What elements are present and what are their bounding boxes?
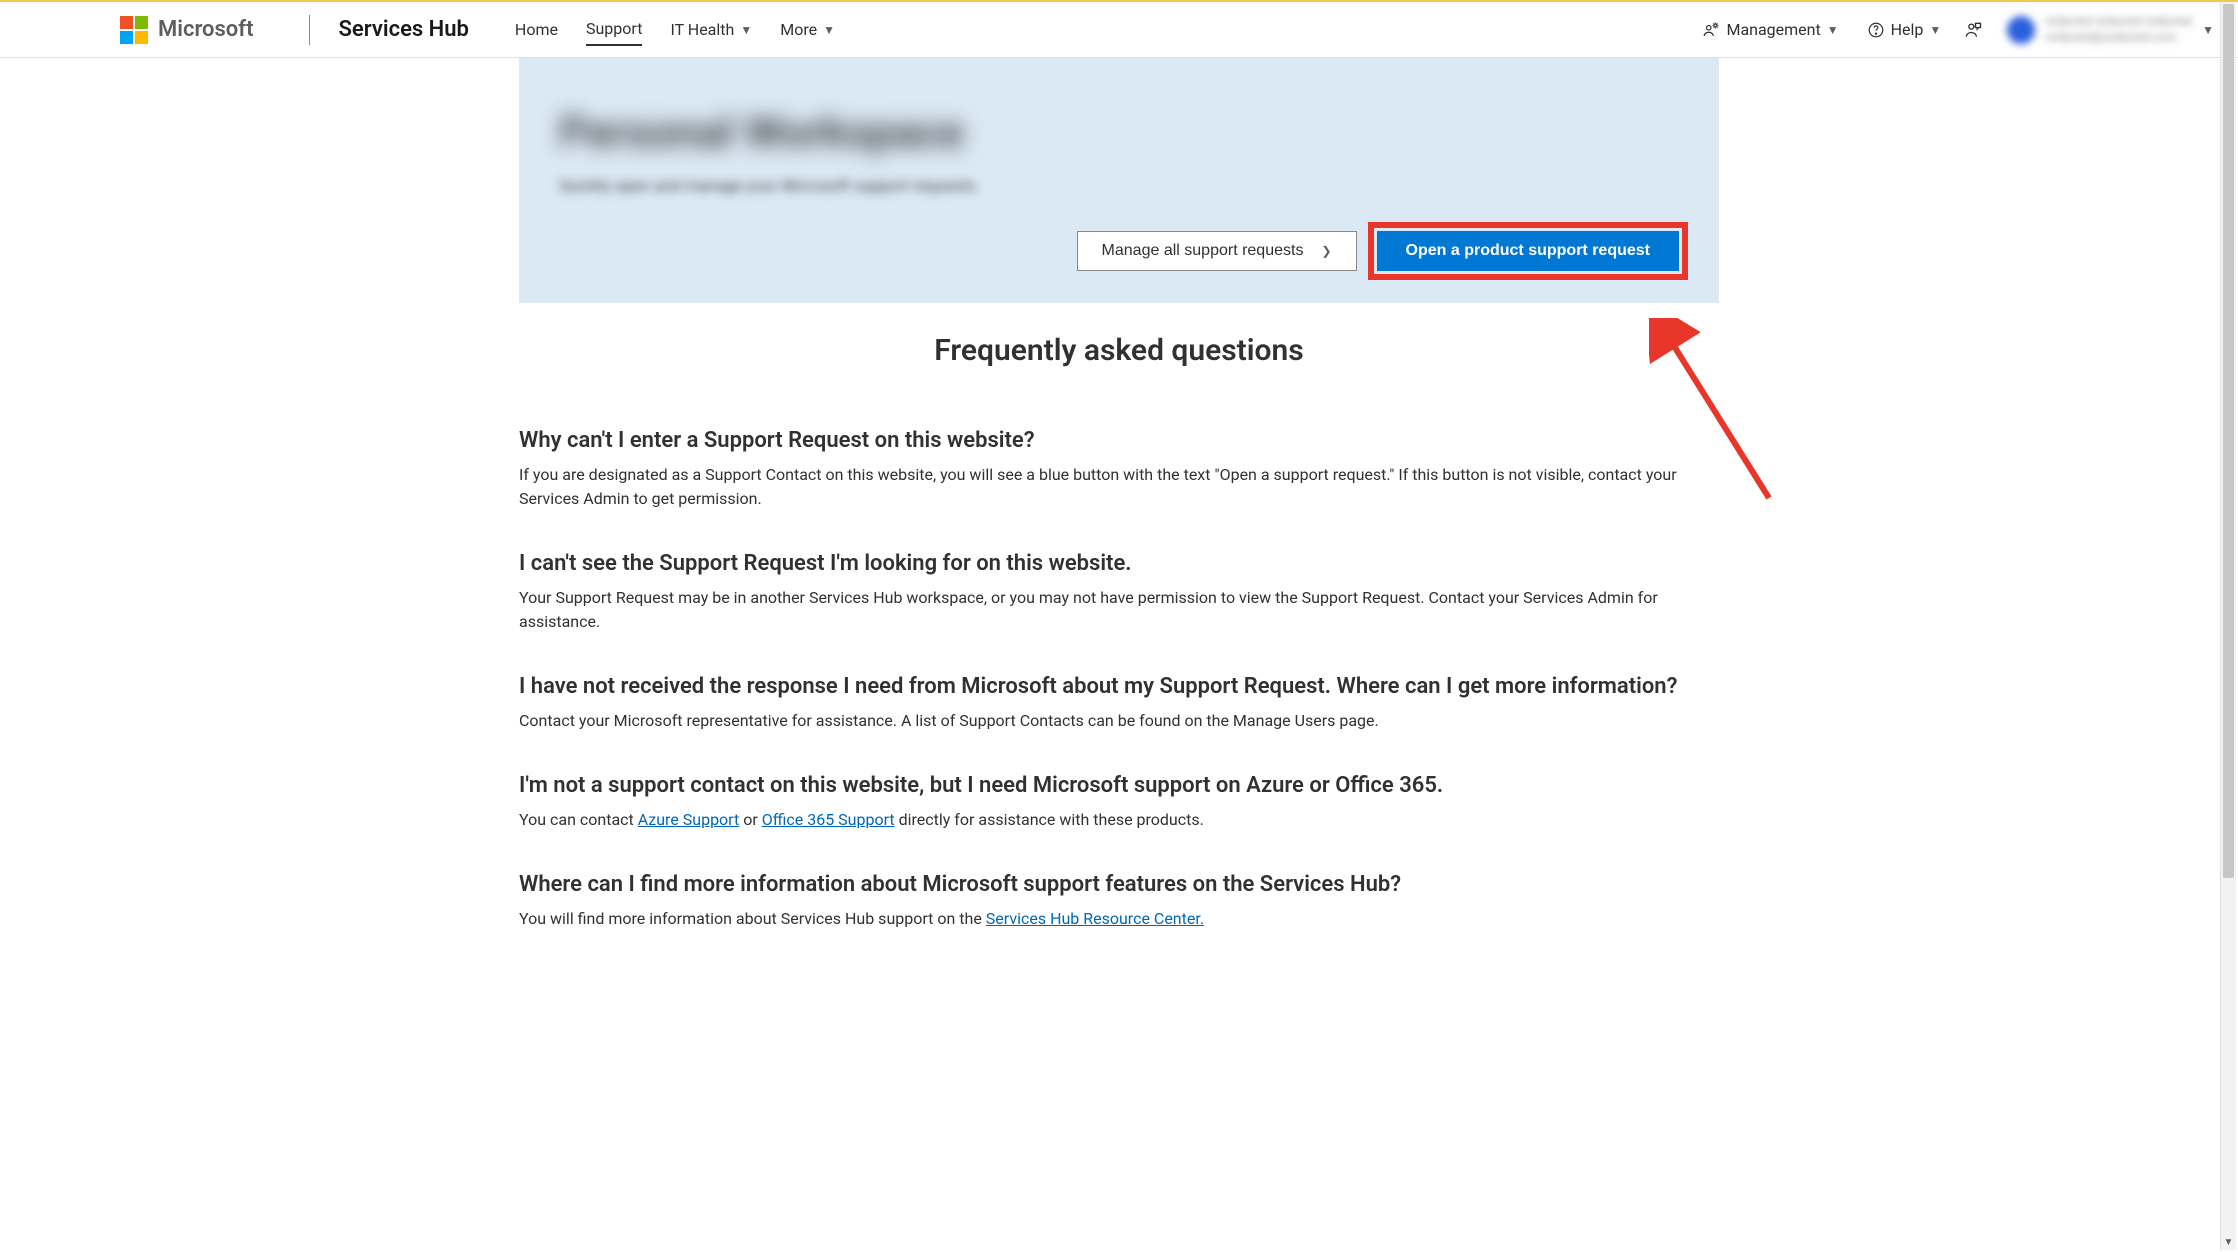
faq-answer: If you are designated as a Support Conta… [519, 463, 1719, 511]
faq-answer: Contact your Microsoft representative fo… [519, 709, 1719, 733]
chevron-down-icon: ▼ [740, 23, 752, 37]
help-circle-icon [1867, 21, 1885, 39]
chevron-down-icon: ▼ [1827, 23, 1839, 37]
faq-item: I have not received the response I need … [519, 674, 1719, 733]
nav-ithealth-label: IT Health [670, 20, 734, 39]
faq-item: I'm not a support contact on this websit… [519, 773, 1719, 832]
office365-support-link[interactable]: Office 365 Support [762, 810, 895, 829]
chevron-down-icon: ▼ [2202, 23, 2214, 37]
chevron-right-icon: ❯ [1321, 244, 1331, 258]
user-menu[interactable]: redacted redacted redacted redacted@reda… [2007, 14, 2214, 45]
hero-subtitle: Quickly open and manage your Microsoft s… [559, 176, 1679, 195]
chevron-down-icon: ▼ [823, 23, 835, 37]
open-support-request-label: Open a product support request [1406, 242, 1650, 259]
nav-divider [309, 15, 310, 45]
faq-answer-text: directly for assistance with these produ… [895, 810, 1204, 829]
faq-item: Why can't I enter a Support Request on t… [519, 428, 1719, 511]
faq-answer-text: You will find more information about Ser… [519, 909, 986, 928]
faq-answer: Your Support Request may be in another S… [519, 586, 1719, 634]
avatar [2007, 16, 2035, 44]
chevron-down-icon: ▼ [1929, 23, 1941, 37]
microsoft-logo-text: Microsoft [158, 17, 253, 42]
manage-requests-button[interactable]: Manage all support requests ❯ [1077, 231, 1357, 271]
open-support-request-button[interactable]: Open a product support request [1377, 231, 1679, 271]
manage-requests-label: Manage all support requests [1102, 242, 1304, 260]
hero-actions: Manage all support requests ❯ Open a pro… [559, 231, 1679, 271]
faq-item: I can't see the Support Request I'm look… [519, 551, 1719, 634]
nav-home[interactable]: Home [515, 14, 558, 45]
faq-question: I have not received the response I need … [519, 674, 1719, 699]
scrollbar-thumb[interactable] [2223, 4, 2234, 878]
faq-answer: You can contact Azure Support or Office … [519, 808, 1719, 832]
faq-answer-text: or [739, 810, 761, 829]
nav-feedback[interactable] [1963, 14, 1983, 46]
microsoft-logo-icon [120, 16, 148, 44]
hero-banner: Personal Workspace Quickly open and mana… [519, 58, 1719, 303]
nav-more-label: More [780, 20, 817, 39]
nav-management-label: Management [1726, 20, 1820, 39]
azure-support-link[interactable]: Azure Support [638, 810, 739, 829]
resource-center-link[interactable]: Services Hub Resource Center. [986, 909, 1204, 928]
user-email: redacted@redacted.com [2045, 30, 2192, 46]
nav-more[interactable]: More ▼ [780, 14, 835, 45]
nav-management[interactable]: Management ▼ [1702, 14, 1838, 45]
user-info: redacted redacted redacted redacted@reda… [2045, 14, 2192, 45]
feedback-person-icon [1963, 20, 1983, 40]
nav-ithealth[interactable]: IT Health ▼ [670, 14, 752, 45]
nav-support[interactable]: Support [586, 13, 642, 46]
faq-question: Why can't I enter a Support Request on t… [519, 428, 1719, 453]
faq-question: I'm not a support contact on this websit… [519, 773, 1719, 798]
microsoft-logo[interactable]: Microsoft [120, 16, 253, 44]
nav-help[interactable]: Help ▼ [1867, 14, 1942, 45]
faq-answer-text: You can contact [519, 810, 638, 829]
faq-question: I can't see the Support Request I'm look… [519, 551, 1719, 576]
user-name: redacted redacted redacted [2045, 14, 2192, 30]
nav-help-label: Help [1891, 20, 1924, 39]
faq-answer: You will find more information about Ser… [519, 907, 1719, 931]
top-nav: Microsoft Services Hub Home Support IT H… [0, 2, 2238, 58]
faq-heading: Frequently asked questions [519, 333, 1719, 368]
gear-people-icon [1702, 21, 1720, 39]
hero-title: Personal Workspace [559, 106, 1679, 158]
scroll-down-icon[interactable]: ▼ [2221, 1237, 2236, 1248]
page-content: Personal Workspace Quickly open and mana… [519, 58, 1719, 931]
faq-question: Where can I find more information about … [519, 872, 1719, 897]
vertical-scrollbar[interactable]: ▼ [2220, 2, 2236, 1250]
product-title[interactable]: Services Hub [338, 17, 468, 42]
faq-item: Where can I find more information about … [519, 872, 1719, 931]
